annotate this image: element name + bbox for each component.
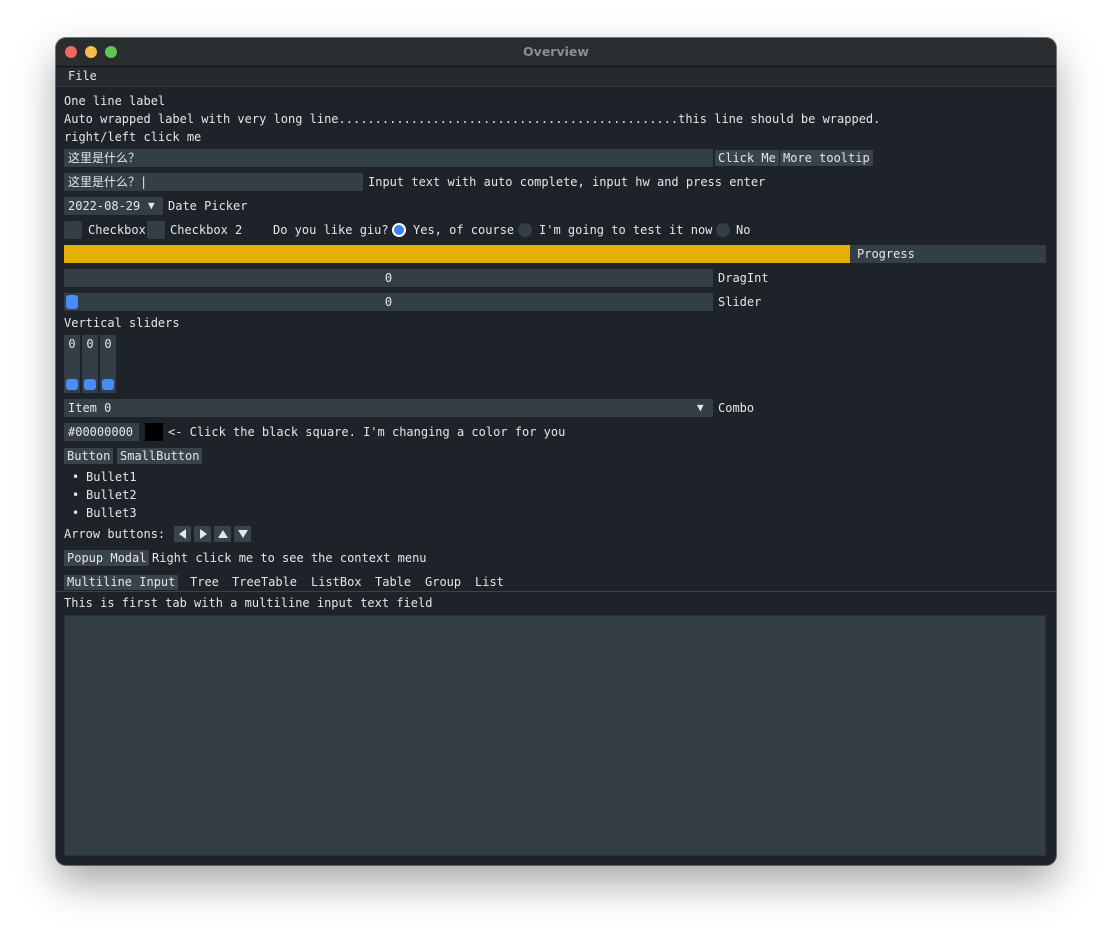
small-button[interactable]: SmallButton <box>117 448 203 464</box>
dragint-label: DragInt <box>718 271 769 285</box>
bullet-dot-icon: • <box>72 488 80 502</box>
arrow-up-icon <box>217 530 228 538</box>
tab-treetable[interactable]: TreeTable <box>229 575 300 590</box>
button[interactable]: Button <box>64 448 114 464</box>
progress-fill <box>64 245 850 263</box>
slider-track[interactable]: 0 <box>64 293 713 311</box>
question-label: Do you like giu? <box>273 223 389 237</box>
dragint-field[interactable]: 0 <box>64 269 713 287</box>
click-me-button[interactable]: Click Me <box>715 150 779 166</box>
combo-label: Combo <box>718 401 755 415</box>
autocomplete-label: Input text with auto complete, input hw … <box>368 175 766 189</box>
tab-list[interactable]: List <box>472 575 507 590</box>
tab-listbox[interactable]: ListBox <box>308 575 365 590</box>
click-me-label[interactable]: right/left click me <box>64 130 201 144</box>
combo-box[interactable]: Item 0 ▼ <box>64 399 713 417</box>
arrow-buttons-label: Arrow buttons: <box>64 527 166 541</box>
vertical-slider-1-grab[interactable] <box>66 379 78 390</box>
autocomplete-input[interactable]: 这里是什么？| <box>64 173 363 191</box>
more-tooltip-button[interactable]: More tooltip <box>780 150 873 166</box>
text-input-value: 这里是什么？ <box>68 151 141 165</box>
list-item: • Bullet3 <box>72 506 137 520</box>
dragint-value: 0 <box>384 271 393 285</box>
vertical-slider-3-grab[interactable] <box>102 379 114 390</box>
slider-label: Slider <box>718 295 762 309</box>
tab-multiline-input[interactable]: Multiline Input <box>64 575 179 590</box>
title-bar: Overview <box>56 38 1056 67</box>
chevron-down-icon: ▼ <box>697 401 704 414</box>
color-hex-input[interactable]: #00000000 <box>64 423 139 441</box>
date-picker-value: 2022-08-29 <box>68 199 141 213</box>
context-menu-label[interactable]: Right click me to see the context menu <box>152 551 427 565</box>
radio-no[interactable] <box>716 223 730 237</box>
arrow-down-button[interactable] <box>234 526 251 542</box>
vertical-slider-1-value: 0 <box>68 337 76 351</box>
bullet-text: Bullet2 <box>86 488 137 502</box>
vertical-slider-2-value: 0 <box>86 337 94 351</box>
checkbox-2-label: Checkbox 2 <box>170 223 243 237</box>
window-title: Overview <box>523 44 589 59</box>
tab-tree[interactable]: Tree <box>187 575 222 590</box>
vertical-slider-2-grab[interactable] <box>84 379 96 390</box>
list-item: • Bullet1 <box>72 470 137 484</box>
vertical-slider-3[interactable]: 0 <box>100 335 116 393</box>
chevron-down-icon: ▼ <box>148 199 155 212</box>
popup-modal-button[interactable]: Popup Modal <box>64 550 150 566</box>
date-picker[interactable]: 2022-08-29 ▼ <box>64 197 163 215</box>
arrow-left-icon <box>178 529 186 539</box>
arrow-left-button[interactable] <box>174 526 191 542</box>
slider-value: 0 <box>384 295 393 309</box>
arrow-right-icon <box>199 529 207 539</box>
radio-test-label: I'm going to test it now <box>539 223 713 237</box>
wrapped-label: Auto wrapped label with very long line..… <box>64 112 881 126</box>
text-input[interactable]: 这里是什么？ <box>64 149 713 167</box>
arrow-down-icon <box>237 530 248 538</box>
checkbox-2[interactable] <box>147 221 165 239</box>
radio-yes-label: Yes, of course <box>413 223 515 237</box>
checkbox-1-label: Checkbox <box>88 223 146 237</box>
bullet-dot-icon: • <box>72 506 80 520</box>
tab-content-text: This is first tab with a multiline input… <box>64 596 433 610</box>
vertical-slider-1[interactable]: 0 <box>64 335 80 393</box>
app-window: Overview File One line label Auto wrappe… <box>56 38 1056 865</box>
progress-bar: Progress <box>64 245 1046 263</box>
vertical-slider-2[interactable]: 0 <box>82 335 98 393</box>
autocomplete-value: 这里是什么？| <box>68 175 148 189</box>
list-item: • Bullet2 <box>72 488 137 502</box>
combo-value: Item 0 <box>68 401 112 415</box>
arrow-up-button[interactable] <box>214 526 231 542</box>
radio-no-label: No <box>736 223 751 237</box>
one-line-label: One line label <box>64 94 166 108</box>
color-swatch[interactable] <box>145 423 163 441</box>
progress-label: Progress <box>857 247 915 261</box>
menu-bar: File <box>56 67 1056 87</box>
vertical-slider-3-value: 0 <box>104 337 112 351</box>
color-hex-value: #00000000 <box>68 425 134 439</box>
vertical-sliders-label: Vertical sliders <box>64 316 180 330</box>
bullet-text: Bullet1 <box>86 470 137 484</box>
menu-file[interactable]: File <box>68 69 97 83</box>
radio-yes[interactable] <box>392 223 406 237</box>
checkbox-1[interactable] <box>64 221 82 239</box>
arrow-right-button[interactable] <box>194 526 211 542</box>
bullet-dot-icon: • <box>72 470 80 484</box>
tab-group[interactable]: Group <box>422 575 464 590</box>
tab-table[interactable]: Table <box>372 575 414 590</box>
date-picker-label: Date Picker <box>168 199 248 213</box>
multiline-input[interactable] <box>64 615 1046 856</box>
bullet-text: Bullet3 <box>86 506 137 520</box>
color-label: <- Click the black square. I'm changing … <box>168 425 566 439</box>
tab-bar-underline <box>56 591 1056 592</box>
radio-test[interactable] <box>518 223 532 237</box>
